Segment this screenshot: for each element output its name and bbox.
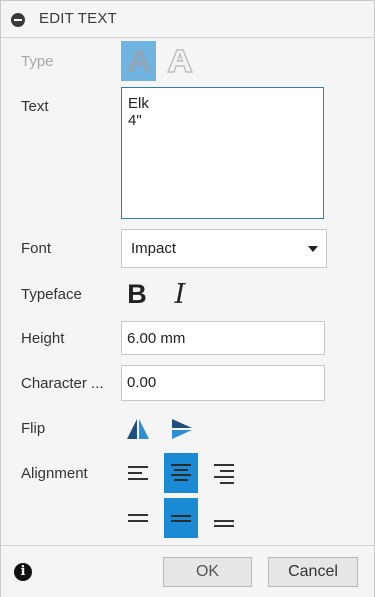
align-center-button[interactable]	[164, 453, 198, 493]
align-top-icon	[128, 514, 148, 522]
align-left-icon	[128, 466, 148, 480]
outline-text-icon	[167, 49, 193, 73]
flip-horizontal-button[interactable]	[123, 413, 153, 445]
text-input[interactable]: Elk 4"	[121, 87, 324, 219]
font-select[interactable]: Impact	[121, 229, 327, 268]
edit-text-dialog: EDIT TEXT Type Text Elk 4" Font Impact T…	[0, 0, 375, 597]
align-center-icon	[171, 464, 191, 481]
typeface-label: Typeface	[21, 286, 82, 303]
font-select-value: Impact	[131, 240, 177, 257]
ok-button[interactable]: OK	[163, 557, 252, 587]
text-line-2: 4"	[128, 112, 142, 129]
flip-vertical-button[interactable]	[166, 413, 196, 445]
align-top-button[interactable]	[121, 498, 155, 536]
cancel-button[interactable]: Cancel	[268, 557, 358, 587]
height-value: 6.00 mm	[127, 330, 186, 347]
text-line-1: Elk	[128, 95, 149, 112]
character-spacing-input[interactable]: 0.00	[121, 365, 325, 401]
align-bottom-icon	[214, 520, 234, 527]
height-input[interactable]: 6.00 mm	[121, 321, 325, 355]
align-right-button[interactable]	[207, 454, 241, 492]
character-spacing-label: Character ...	[21, 375, 104, 392]
type-outline-button[interactable]	[165, 41, 195, 81]
type-label: Type	[21, 53, 54, 70]
chevron-down-icon	[308, 246, 318, 252]
italic-button[interactable]: I	[164, 277, 196, 311]
align-middle-icon	[171, 515, 191, 522]
italic-icon: I	[174, 278, 186, 310]
character-spacing-value: 0.00	[127, 374, 157, 391]
dialog-footer: i OK Cancel	[1, 545, 374, 597]
bold-button[interactable]: B	[121, 277, 153, 311]
alignment-label: Alignment	[21, 465, 88, 482]
font-label: Font	[21, 240, 52, 257]
flip-label: Flip	[21, 420, 46, 437]
align-left-button[interactable]	[121, 454, 155, 492]
align-bottom-button[interactable]	[207, 498, 241, 536]
dialog-header: EDIT TEXT	[1, 1, 374, 38]
info-icon[interactable]: i	[14, 563, 32, 581]
type-solid-button[interactable]	[121, 41, 156, 81]
flip-vertical-icon	[172, 419, 192, 439]
align-right-icon	[214, 464, 234, 484]
solid-text-icon	[126, 50, 151, 72]
collapse-icon[interactable]	[11, 13, 25, 27]
flip-horizontal-icon	[127, 419, 149, 439]
text-label: Text	[21, 98, 49, 115]
align-middle-button[interactable]	[164, 498, 198, 538]
height-label: Height	[21, 330, 65, 347]
dialog-title: EDIT TEXT	[39, 10, 117, 27]
bold-icon: B	[127, 278, 147, 309]
